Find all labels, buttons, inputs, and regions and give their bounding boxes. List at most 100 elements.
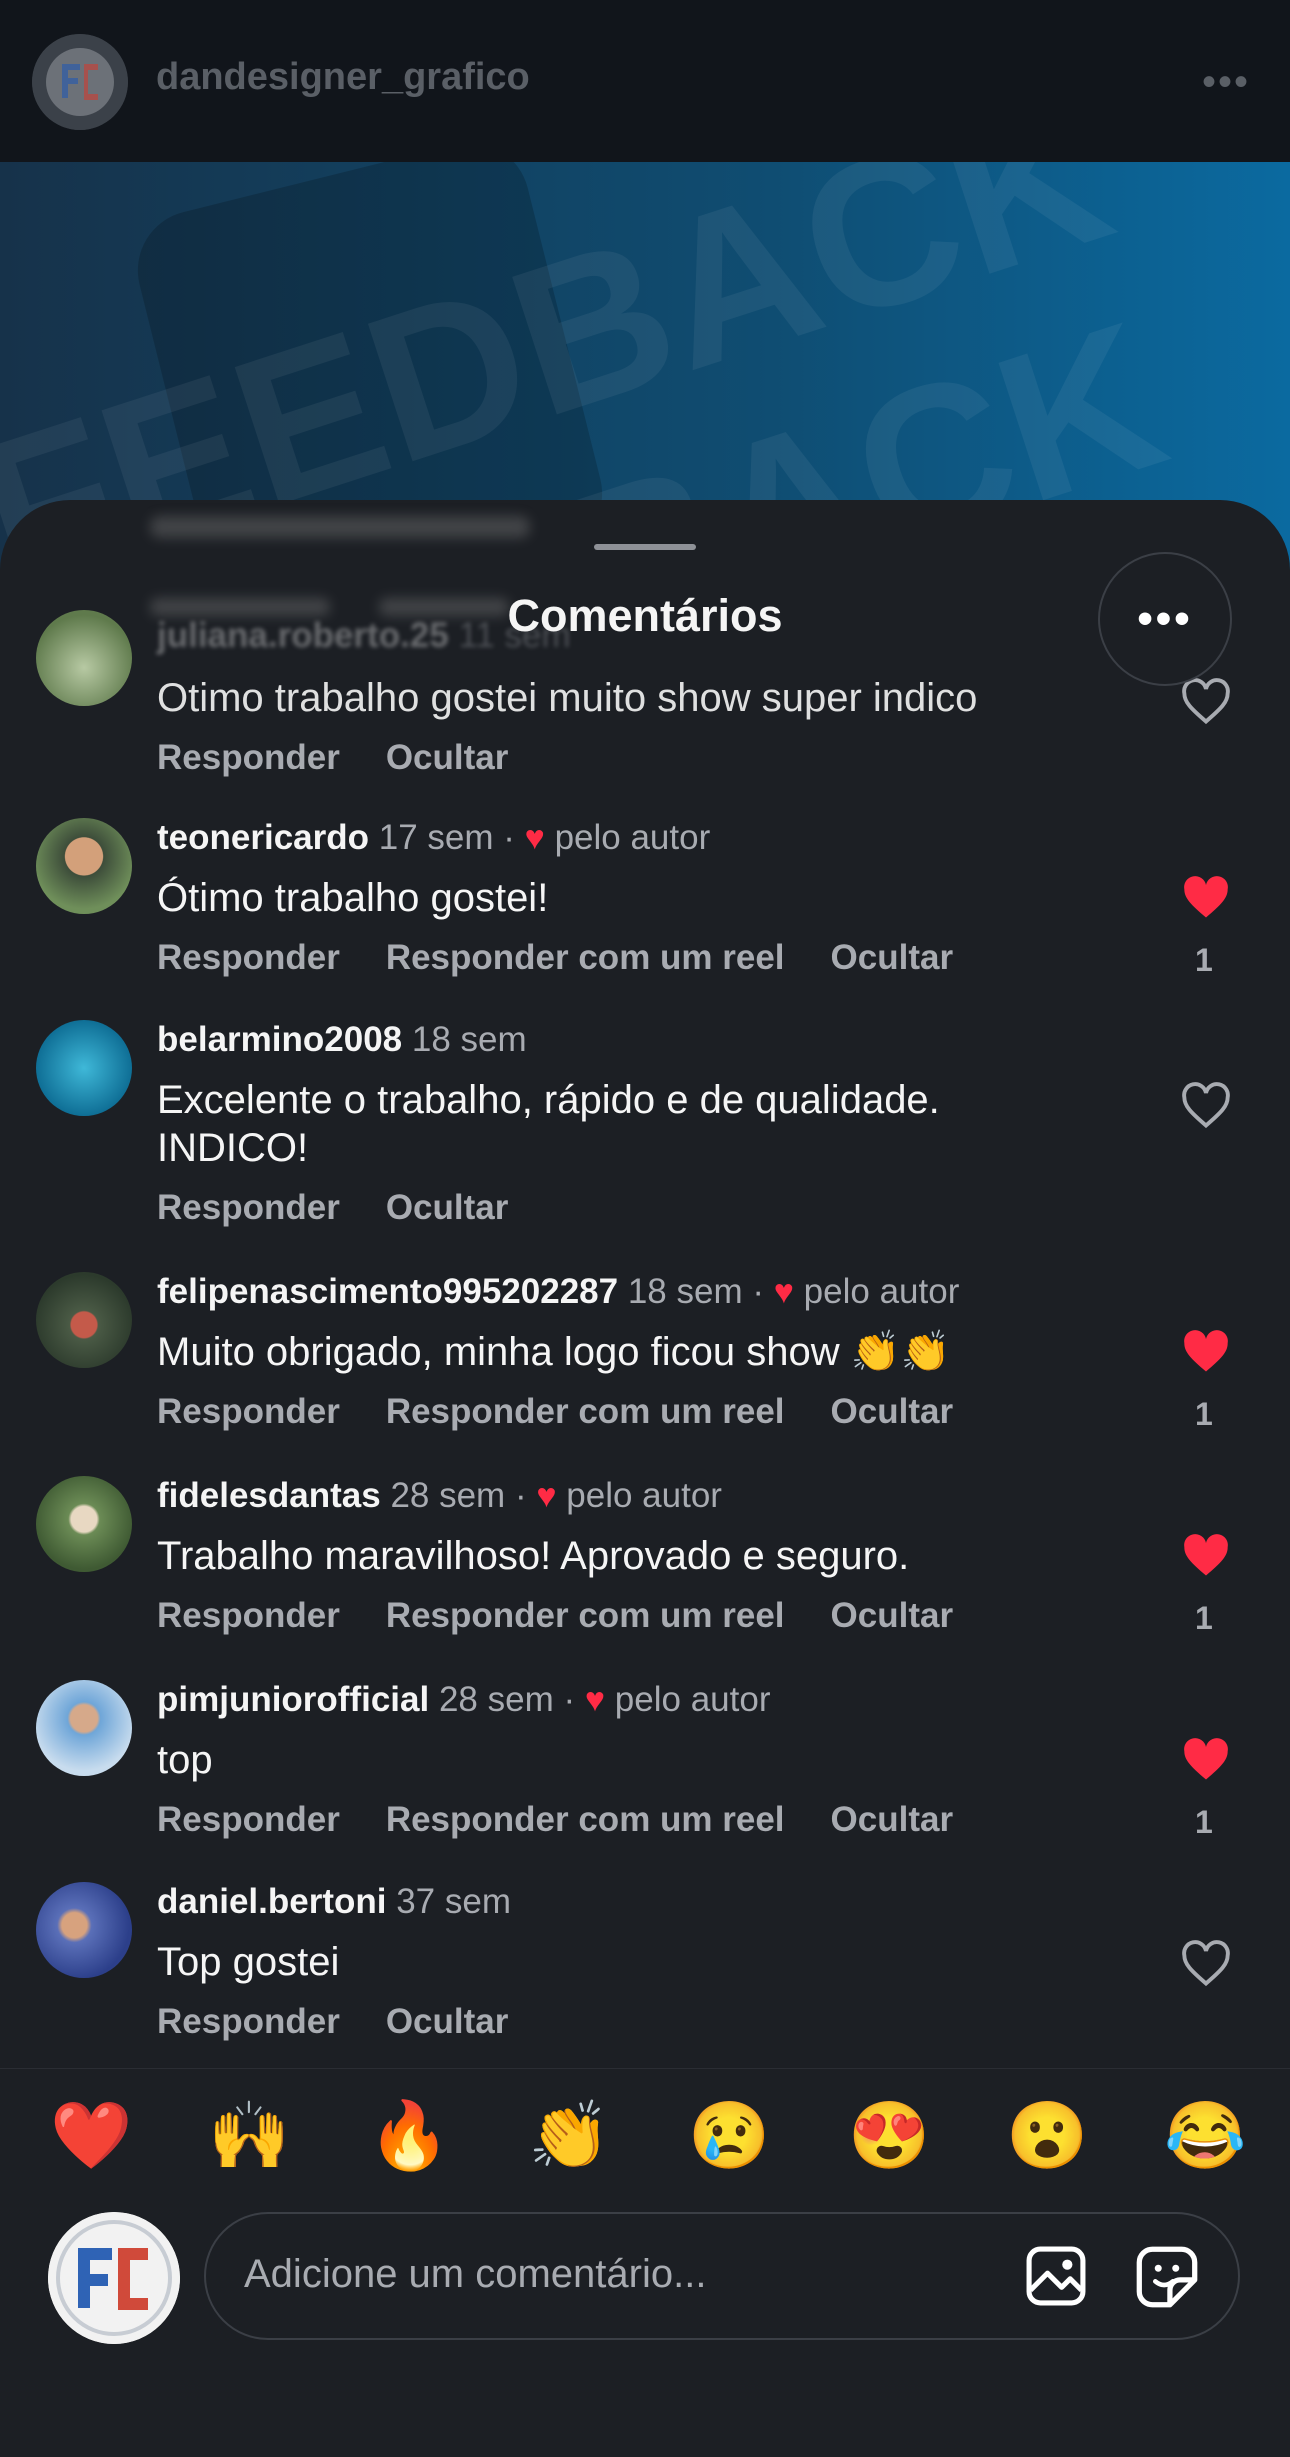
liked-by-author: pelo autor (566, 1476, 722, 1515)
comment-meta: pimjuniorofficial 28 sem · ♥ pelo autor (157, 1680, 770, 1720)
comment-time: 28 sem (390, 1476, 506, 1515)
separator-dot: · (514, 1476, 527, 1515)
commenter-avatar[interactable] (36, 818, 132, 914)
hide-button[interactable]: Ocultar (831, 1800, 954, 1839)
sheet-more-button[interactable]: ••• (1098, 552, 1232, 686)
emoji-reaction-bar: ❤️ 🙌 🔥 👏 😢 😍 😮 😂 (0, 2068, 1290, 2189)
comment-text: Otimo trabalho gostei muito show super i… (157, 676, 978, 720)
current-user-avatar (48, 2212, 180, 2344)
liked-by-author: pelo autor (554, 818, 711, 857)
reply-reel-button[interactable]: Responder com um reel (386, 1392, 785, 1431)
hide-button[interactable]: Ocultar (831, 938, 954, 977)
like-count: 1 (1195, 942, 1213, 978)
drag-handle[interactable] (594, 544, 696, 550)
emoji-surprised[interactable]: 😮 (1006, 2095, 1088, 2175)
comment-composer: Adicione um comentário... (0, 2188, 1290, 2457)
hide-button[interactable]: Ocultar (831, 1392, 954, 1431)
post-username[interactable]: dandesigner_grafico (156, 56, 530, 99)
heart-icon: ♥ (524, 819, 545, 857)
comment-time: 17 sem (378, 818, 494, 857)
separator-dot: · (563, 1680, 576, 1719)
heart-icon: ♥ (773, 1273, 794, 1311)
comment-time: 18 sem (627, 1272, 743, 1311)
commenter-avatar[interactable] (36, 1882, 132, 1978)
comment-text: Excelente o trabalho, rápido e de qualid… (157, 1078, 940, 1170)
comment-meta: daniel.bertoni 37 sem (157, 1882, 511, 1922)
heart-outline-icon[interactable] (1180, 1082, 1232, 1130)
post-header: dandesigner_grafico ••• (0, 0, 1290, 162)
like-count: 1 (1195, 1804, 1213, 1840)
like-count: 1 (1195, 1600, 1213, 1636)
image-icon[interactable] (1022, 2242, 1090, 2310)
emoji-laughing[interactable]: 😂 (1164, 2095, 1246, 2175)
separator-dot: · (752, 1272, 765, 1311)
emoji-heart[interactable]: ❤️ (50, 2095, 132, 2175)
liked-by-author: pelo autor (803, 1272, 960, 1311)
reply-button[interactable]: Responder (157, 1800, 340, 1839)
reply-reel-button[interactable]: Responder com um reel (386, 1800, 785, 1839)
reply-button[interactable]: Responder (157, 1596, 340, 1635)
sheet-title: Comentários (507, 590, 783, 641)
emoji-clapping[interactable]: 👏 (528, 2095, 610, 2175)
commenter-username[interactable]: daniel.bertoni (157, 1882, 386, 1921)
commenter-username[interactable]: pimjuniorofficial (157, 1680, 429, 1719)
comment-time: 28 sem (438, 1680, 554, 1719)
commenter-username[interactable]: fidelesdantas (157, 1476, 381, 1515)
comment-actions: Responder Responder com um reel Ocultar (157, 1800, 999, 1840)
reply-button[interactable]: Responder (157, 738, 340, 777)
commenter-avatar[interactable] (36, 1020, 132, 1116)
comment-meta: felipenascimento995202287 18 sem · ♥ pel… (157, 1272, 959, 1312)
emoji-crying[interactable]: 😢 (688, 2095, 770, 2175)
separator-dot: · (503, 818, 515, 857)
reply-button[interactable]: Responder (157, 2002, 340, 2041)
heart-filled-icon[interactable] (1180, 1328, 1232, 1376)
commenter-avatar[interactable] (36, 1272, 132, 1368)
heart-icon: ♥ (584, 1681, 606, 1719)
comment-actions: Responder Ocultar (157, 1188, 554, 1228)
commenter-username[interactable]: felipenascimento995202287 (157, 1272, 618, 1311)
profile-avatar[interactable] (32, 34, 128, 130)
comment-text: Top gostei (157, 1940, 340, 1984)
comment-text: Ótimo trabalho gostei! (157, 876, 549, 920)
comment-actions: Responder Responder com um reel Ocultar (157, 1596, 999, 1636)
hide-button[interactable]: Ocultar (386, 2002, 509, 2041)
heart-icon: ♥ (536, 1477, 557, 1515)
commenter-username[interactable]: teonericardo (157, 818, 369, 857)
heart-filled-icon[interactable] (1180, 1736, 1232, 1784)
comment-time: 18 sem (411, 1020, 527, 1059)
reply-reel-button[interactable]: Responder com um reel (386, 1596, 785, 1635)
comment-meta: belarmino2008 18 sem (157, 1020, 527, 1060)
hide-button[interactable]: Ocultar (386, 1188, 509, 1227)
more-options-icon[interactable]: ••• (1202, 60, 1250, 105)
heart-filled-icon[interactable] (1180, 1532, 1232, 1580)
sticker-icon[interactable] (1132, 2242, 1202, 2312)
like-count: 1 (1195, 1396, 1213, 1432)
commenter-avatar[interactable] (36, 1476, 132, 1572)
comment-input[interactable]: Adicione um comentário... (204, 2212, 1240, 2340)
emoji-heart-eyes[interactable]: 😍 (848, 2095, 930, 2175)
comment-meta: teonericardo 17 sem · ♥ pelo autor (157, 818, 710, 858)
comment-actions: Responder Responder com um reel Ocultar (157, 938, 999, 978)
emoji-fire[interactable]: 🔥 (368, 2095, 450, 2175)
liked-by-author: pelo autor (614, 1680, 771, 1719)
comment-actions: Responder Responder com um reel Ocultar (157, 1392, 999, 1432)
heart-outline-icon[interactable] (1180, 1940, 1232, 1988)
reply-button[interactable]: Responder (157, 1188, 340, 1227)
heart-filled-icon[interactable] (1180, 874, 1232, 922)
heart-outline-icon[interactable] (1180, 678, 1232, 726)
comment-text: Muito obrigado, minha logo ficou show 👏👏 (157, 1330, 951, 1374)
hide-button[interactable]: Ocultar (386, 738, 509, 777)
reply-button[interactable]: Responder (157, 1392, 340, 1431)
comment-text: top (157, 1738, 213, 1782)
comment-text: Trabalho maravilhoso! Aprovado e seguro. (157, 1534, 910, 1578)
reply-reel-button[interactable]: Responder com um reel (386, 938, 785, 977)
comment-actions: Responder Ocultar (157, 738, 554, 778)
reply-button[interactable]: Responder (157, 938, 340, 977)
comment-time: 37 sem (396, 1882, 511, 1921)
comment-actions: Responder Ocultar (157, 2002, 554, 2042)
commenter-avatar[interactable] (36, 1680, 132, 1776)
emoji-raised-hands[interactable]: 🙌 (208, 2095, 290, 2175)
commenter-username[interactable]: belarmino2008 (157, 1020, 402, 1059)
comment-input-placeholder: Adicione um comentário... (244, 2252, 707, 2296)
hide-button[interactable]: Ocultar (831, 1596, 954, 1635)
